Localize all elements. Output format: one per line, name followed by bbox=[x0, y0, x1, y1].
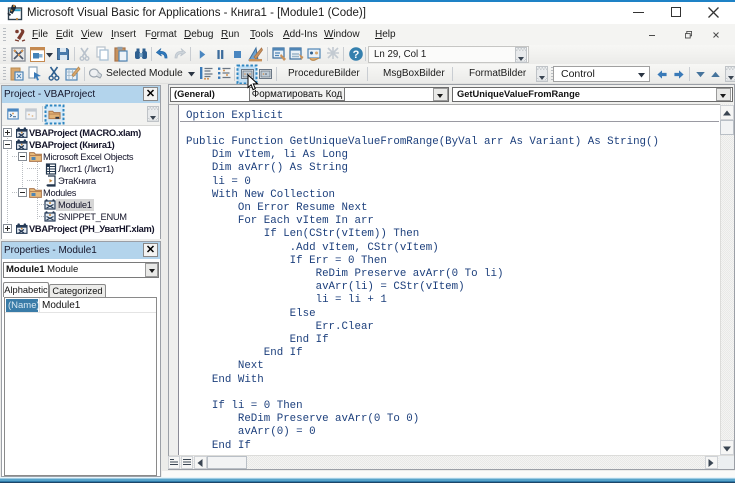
svg-text:?: ? bbox=[353, 49, 360, 61]
